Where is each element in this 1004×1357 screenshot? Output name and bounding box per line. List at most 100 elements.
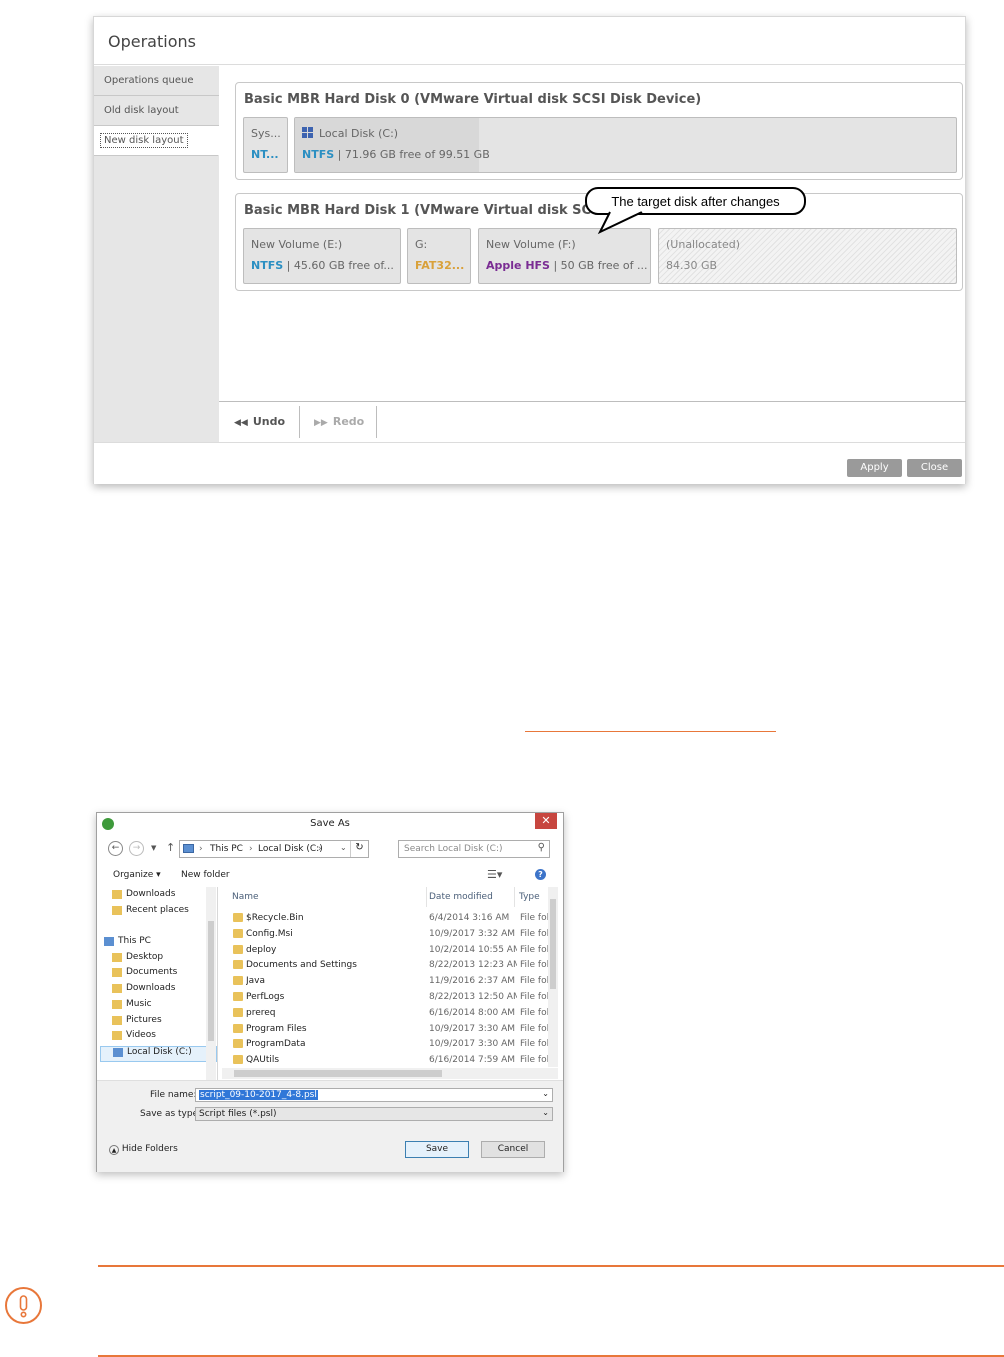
sidebar-item-old-disk-layout[interactable]: Old disk layout [94,96,219,126]
file-date: 10/9/2017 3:30 AM [429,1039,516,1050]
sidebar-item-new-disk-layout[interactable]: New disk layout [94,126,219,156]
file-type: File fol [520,944,548,955]
computer-icon [104,937,114,947]
organize-button[interactable]: Organize ▾ [113,870,161,880]
partition-detail: | 71.96 GB free of 99.51 GB [334,148,490,161]
file-row[interactable]: Java 11/9/2016 2:37 AM File fol [222,974,552,990]
nav-tree-item[interactable]: Downloads [100,983,217,999]
save-type-select[interactable]: Script files (*.psl) ⌄ [195,1107,553,1121]
partition-fs: Apple HFS [486,259,550,272]
file-row[interactable]: ProgramData 10/9/2017 3:30 AM File fol [222,1037,552,1053]
partition-name: New Volume (E:) [251,238,343,251]
chevron-down-icon[interactable]: ⌄ [542,1108,549,1117]
partition-name: Sys... [251,127,281,140]
up-arrow-icon[interactable]: ↑ [166,841,175,854]
breadcrumb-this-pc[interactable]: This PC [210,844,243,854]
horizontal-scroll-thumb[interactable] [234,1070,442,1077]
file-name-value: script_09-10-2017_4-8.psl [199,1090,318,1100]
file-row[interactable]: prereq 6/16/2014 8:00 AM File fol [222,1006,552,1022]
nav-tree-item[interactable]: Desktop [100,952,217,968]
redo-button[interactable]: ▶▶ Redo [314,406,364,438]
address-dropdown-icon[interactable]: ⌄ [340,843,347,852]
horizontal-scrollbar[interactable] [222,1068,558,1079]
partition-g[interactable]: G: FAT32... [407,228,471,284]
file-row[interactable]: QAUtils 6/16/2014 7:59 AM File fol [222,1053,552,1069]
search-icon: ⚲ [537,842,545,853]
undo-button[interactable]: ◀◀ Undo [234,406,285,438]
address-bar[interactable]: › This PC › Local Disk (C:) › ⌄ ↻ [179,840,369,858]
toolbar-divider [299,406,300,438]
apply-button[interactable]: Apply [847,459,902,477]
toolbar-divider [376,406,377,438]
disk-0-title: Basic MBR Hard Disk 0 (VMware Virtual di… [244,92,702,107]
file-name: Java [246,976,266,987]
file-date: 6/16/2014 7:59 AM [429,1055,516,1066]
file-name: Config.Msi [246,928,293,939]
file-date: 10/9/2017 3:32 AM [429,928,516,939]
save-type-value: Script files (*.psl) [199,1109,277,1119]
partition-unallocated[interactable]: (Unallocated) 84.30 GB [658,228,957,284]
file-list: Name Date modified Type $Recycle.Bin 6/4/… [222,887,558,1080]
refresh-icon[interactable]: ↻ [350,841,368,857]
undo-label: Undo [252,415,286,428]
nav-tree-item[interactable]: Local Disk (C:) [100,1045,217,1062]
search-placeholder: Search Local Disk (C:) [404,844,503,854]
folder-icon [233,944,243,954]
file-row[interactable]: deploy 10/2/2014 10:55 AM File fol [222,943,552,959]
back-arrow-icon[interactable]: ← [108,841,123,856]
nav-tree-item[interactable]: Downloads [100,889,217,905]
nav-tree-item[interactable]: Videos [100,1030,217,1046]
downloads-folder-icon [112,890,122,899]
chevron-down-icon[interactable]: ⌄ [542,1089,549,1098]
file-row[interactable]: PerfLogs 8/22/2013 12:50 AM File fol [222,990,552,1006]
nav-tree-item[interactable]: Pictures [100,1015,217,1031]
folder-icon [233,1007,243,1017]
file-row[interactable]: Program Files 10/9/2017 3:30 AM File fol [222,1022,552,1038]
callout-pointer [597,210,643,235]
file-date: 8/22/2013 12:23 AM [429,960,517,971]
file-name: Program Files [246,1023,307,1034]
search-input[interactable]: Search Local Disk (C:) ⚲ [398,840,550,858]
file-name-input[interactable]: script_09-10-2017_4-8.psl ⌄ [195,1088,553,1102]
hide-folders-label: Hide Folders [121,1144,178,1154]
column-header-name[interactable]: Name [232,887,427,907]
file-row[interactable]: Config.Msi 10/9/2017 3:32 AM File fol [222,927,552,943]
partition-system-reserved[interactable]: Sys... NT... [243,117,288,173]
nav-tree-item[interactable]: Documents [100,967,217,983]
help-icon[interactable]: ? [535,869,546,880]
file-row[interactable]: Documents and Settings 8/22/2013 12:23 AM… [222,958,552,974]
breadcrumb-local-disk[interactable]: Local Disk (C:) [258,844,323,854]
forward-arrow-icon[interactable]: → [129,841,144,856]
operations-footer: Apply Close [94,442,965,484]
nav-scrollbar[interactable] [206,887,216,1080]
sidebar-item-operations-queue[interactable]: Operations queue [94,66,219,96]
view-options-icon[interactable]: ☰▾ [487,868,502,881]
cancel-button[interactable]: Cancel [481,1141,545,1158]
recent-dropdown-icon[interactable]: ▼ [151,844,156,852]
new-folder-button[interactable]: New folder [181,870,230,880]
nav-scroll-thumb[interactable] [208,921,214,1041]
hide-folders-button[interactable]: ▲ Hide Folders [109,1144,178,1155]
file-scroll-thumb[interactable] [550,899,556,989]
file-row[interactable]: $Recycle.Bin 6/4/2014 3:16 AM File fol [222,911,552,927]
save-button[interactable]: Save [405,1141,469,1158]
file-scrollbar[interactable] [548,887,558,1067]
close-button[interactable]: Close [907,459,962,477]
file-type: File fol [520,1023,548,1034]
nav-tree-item[interactable]: Recent places [100,905,217,921]
nav-tree-item[interactable]: Music [100,999,217,1015]
file-type: File fol [520,913,548,923]
partition-detail: 84.30 GB [666,259,718,272]
partition-local-disk-c[interactable]: Local Disk (C:) NTFS | 71.96 GB free of … [294,117,957,173]
column-header-date-modified[interactable]: Date modified [429,887,515,907]
command-bar: Organize ▾ New folder ☰▾ ? [97,866,563,886]
folder-icon [233,1023,243,1033]
disk-0-card: Basic MBR Hard Disk 0 (VMware Virtual di… [235,82,963,180]
nav-tree-label: Music [126,998,152,1009]
file-name: QAUtils [246,1055,280,1066]
nav-tree-item[interactable]: This PC [100,936,217,952]
close-icon[interactable]: ✕ [535,813,557,829]
partition-new-volume-e[interactable]: New Volume (E:) NTFS | 45.60 GB free of.… [243,228,401,284]
pictures-folder-icon [112,1015,122,1025]
partition-new-volume-f[interactable]: New Volume (F:) Apple HFS | 50 GB free o… [478,228,651,284]
